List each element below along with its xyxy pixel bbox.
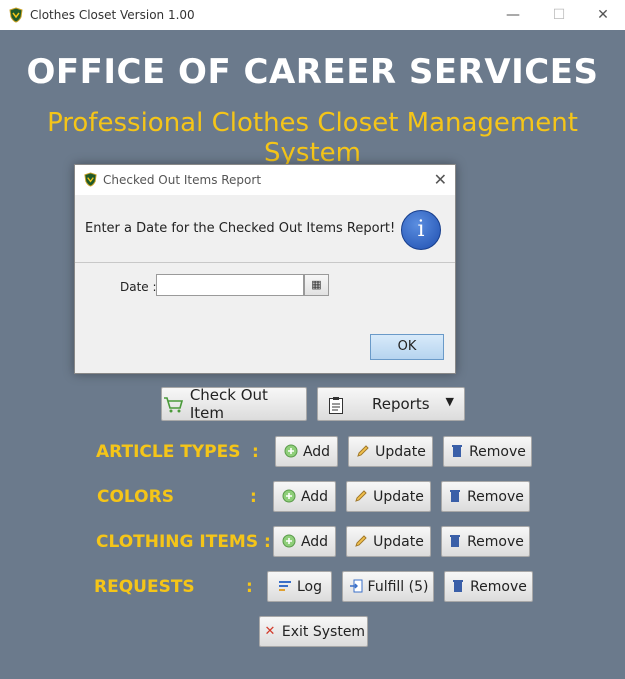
close-x-icon: ✕ [264, 623, 276, 639]
article-types-colon: : [252, 442, 259, 462]
article-types-label: ARTICLE TYPES [96, 442, 241, 462]
requests-log-button[interactable]: Log [267, 571, 332, 602]
article-types-add-button[interactable]: Add [275, 436, 338, 467]
date-field[interactable] [156, 274, 304, 296]
check-out-item-button[interactable]: Check Out Item [161, 386, 307, 422]
remove-label: Remove [470, 578, 527, 595]
trash-icon [447, 489, 463, 505]
log-icon [277, 579, 293, 595]
page-subtitle: Professional Clothes Closet Management S… [47, 108, 578, 168]
update-label: Update [375, 443, 426, 460]
info-icon: i [401, 210, 441, 250]
add-label: Add [302, 443, 331, 460]
add-label: Add [300, 533, 329, 550]
update-label: Update [373, 488, 424, 505]
report-date-dialog: Checked Out Items Report ✕ Enter a Date … [74, 164, 456, 374]
window-titlebar: Clothes Closet Version 1.00 — ☐ ✕ [0, 0, 625, 30]
pencil-icon [355, 444, 371, 460]
reports-label: Reports [372, 395, 430, 413]
colors-update-button[interactable]: Update [346, 481, 431, 512]
add-icon [281, 534, 297, 550]
calendar-picker-button[interactable]: ▦ [304, 274, 329, 296]
check-out-item-label: Check Out Item [189, 386, 268, 422]
colors-colon: : [250, 487, 257, 507]
requests-fulfill-button[interactable]: Fulfill (5) [342, 571, 434, 602]
clothing-items-label: CLOTHING ITEMS : [96, 532, 271, 552]
update-label: Update [373, 533, 424, 550]
log-label: Log [296, 578, 322, 595]
article-types-update-button[interactable]: Update [348, 436, 433, 467]
chevron-down-icon: ▼ [445, 395, 454, 408]
pencil-icon [353, 489, 369, 505]
dialog-close-button[interactable]: ✕ [434, 170, 447, 189]
dialog-divider [75, 262, 455, 263]
remove-label: Remove [467, 488, 524, 505]
remove-label: Remove [467, 533, 524, 550]
requests-label: REQUESTS [94, 577, 195, 597]
window-title: Clothes Closet Version 1.00 [30, 8, 195, 22]
clothing-items-update-button[interactable]: Update [346, 526, 431, 557]
add-icon [281, 489, 297, 505]
trash-icon [450, 579, 466, 595]
dialog-shield-icon [84, 172, 97, 187]
add-icon [283, 444, 299, 460]
page-title: OFFICE OF CAREER SERVICES [26, 52, 599, 92]
dialog-title: Checked Out Items Report [103, 173, 262, 187]
fulfill-icon [348, 579, 364, 595]
article-types-remove-button[interactable]: Remove [443, 436, 532, 467]
date-label: Date : [120, 280, 157, 294]
trash-icon [447, 534, 463, 550]
exit-system-label: Exit System [281, 623, 366, 640]
dialog-titlebar: Checked Out Items Report ✕ [75, 165, 455, 195]
ok-button[interactable]: OK [370, 334, 444, 360]
colors-add-button[interactable]: Add [273, 481, 336, 512]
pencil-icon [353, 534, 369, 550]
clothing-items-add-button[interactable]: Add [273, 526, 336, 557]
maximize-button[interactable]: ☐ [536, 0, 582, 30]
calendar-icon: ▦ [311, 279, 322, 291]
requests-remove-button[interactable]: Remove [444, 571, 533, 602]
remove-label: Remove [469, 443, 526, 460]
close-button[interactable]: ✕ [580, 0, 625, 30]
minimize-button[interactable]: — [490, 0, 536, 30]
colors-label: COLORS [97, 487, 174, 507]
requests-colon: : [246, 577, 253, 597]
clothing-items-remove-button[interactable]: Remove [441, 526, 530, 557]
reports-dropdown-button[interactable]: Reports ▼ [317, 387, 465, 421]
cart-icon [162, 396, 186, 413]
dialog-message: Enter a Date for the Checked Out Items R… [85, 221, 396, 236]
colors-remove-button[interactable]: Remove [441, 481, 530, 512]
add-label: Add [300, 488, 329, 505]
fulfill-label: Fulfill (5) [367, 578, 429, 595]
app-shield-icon [9, 7, 23, 23]
clipboard-icon [328, 396, 344, 414]
trash-icon [449, 444, 465, 460]
exit-system-button[interactable]: ✕ Exit System [259, 616, 368, 647]
